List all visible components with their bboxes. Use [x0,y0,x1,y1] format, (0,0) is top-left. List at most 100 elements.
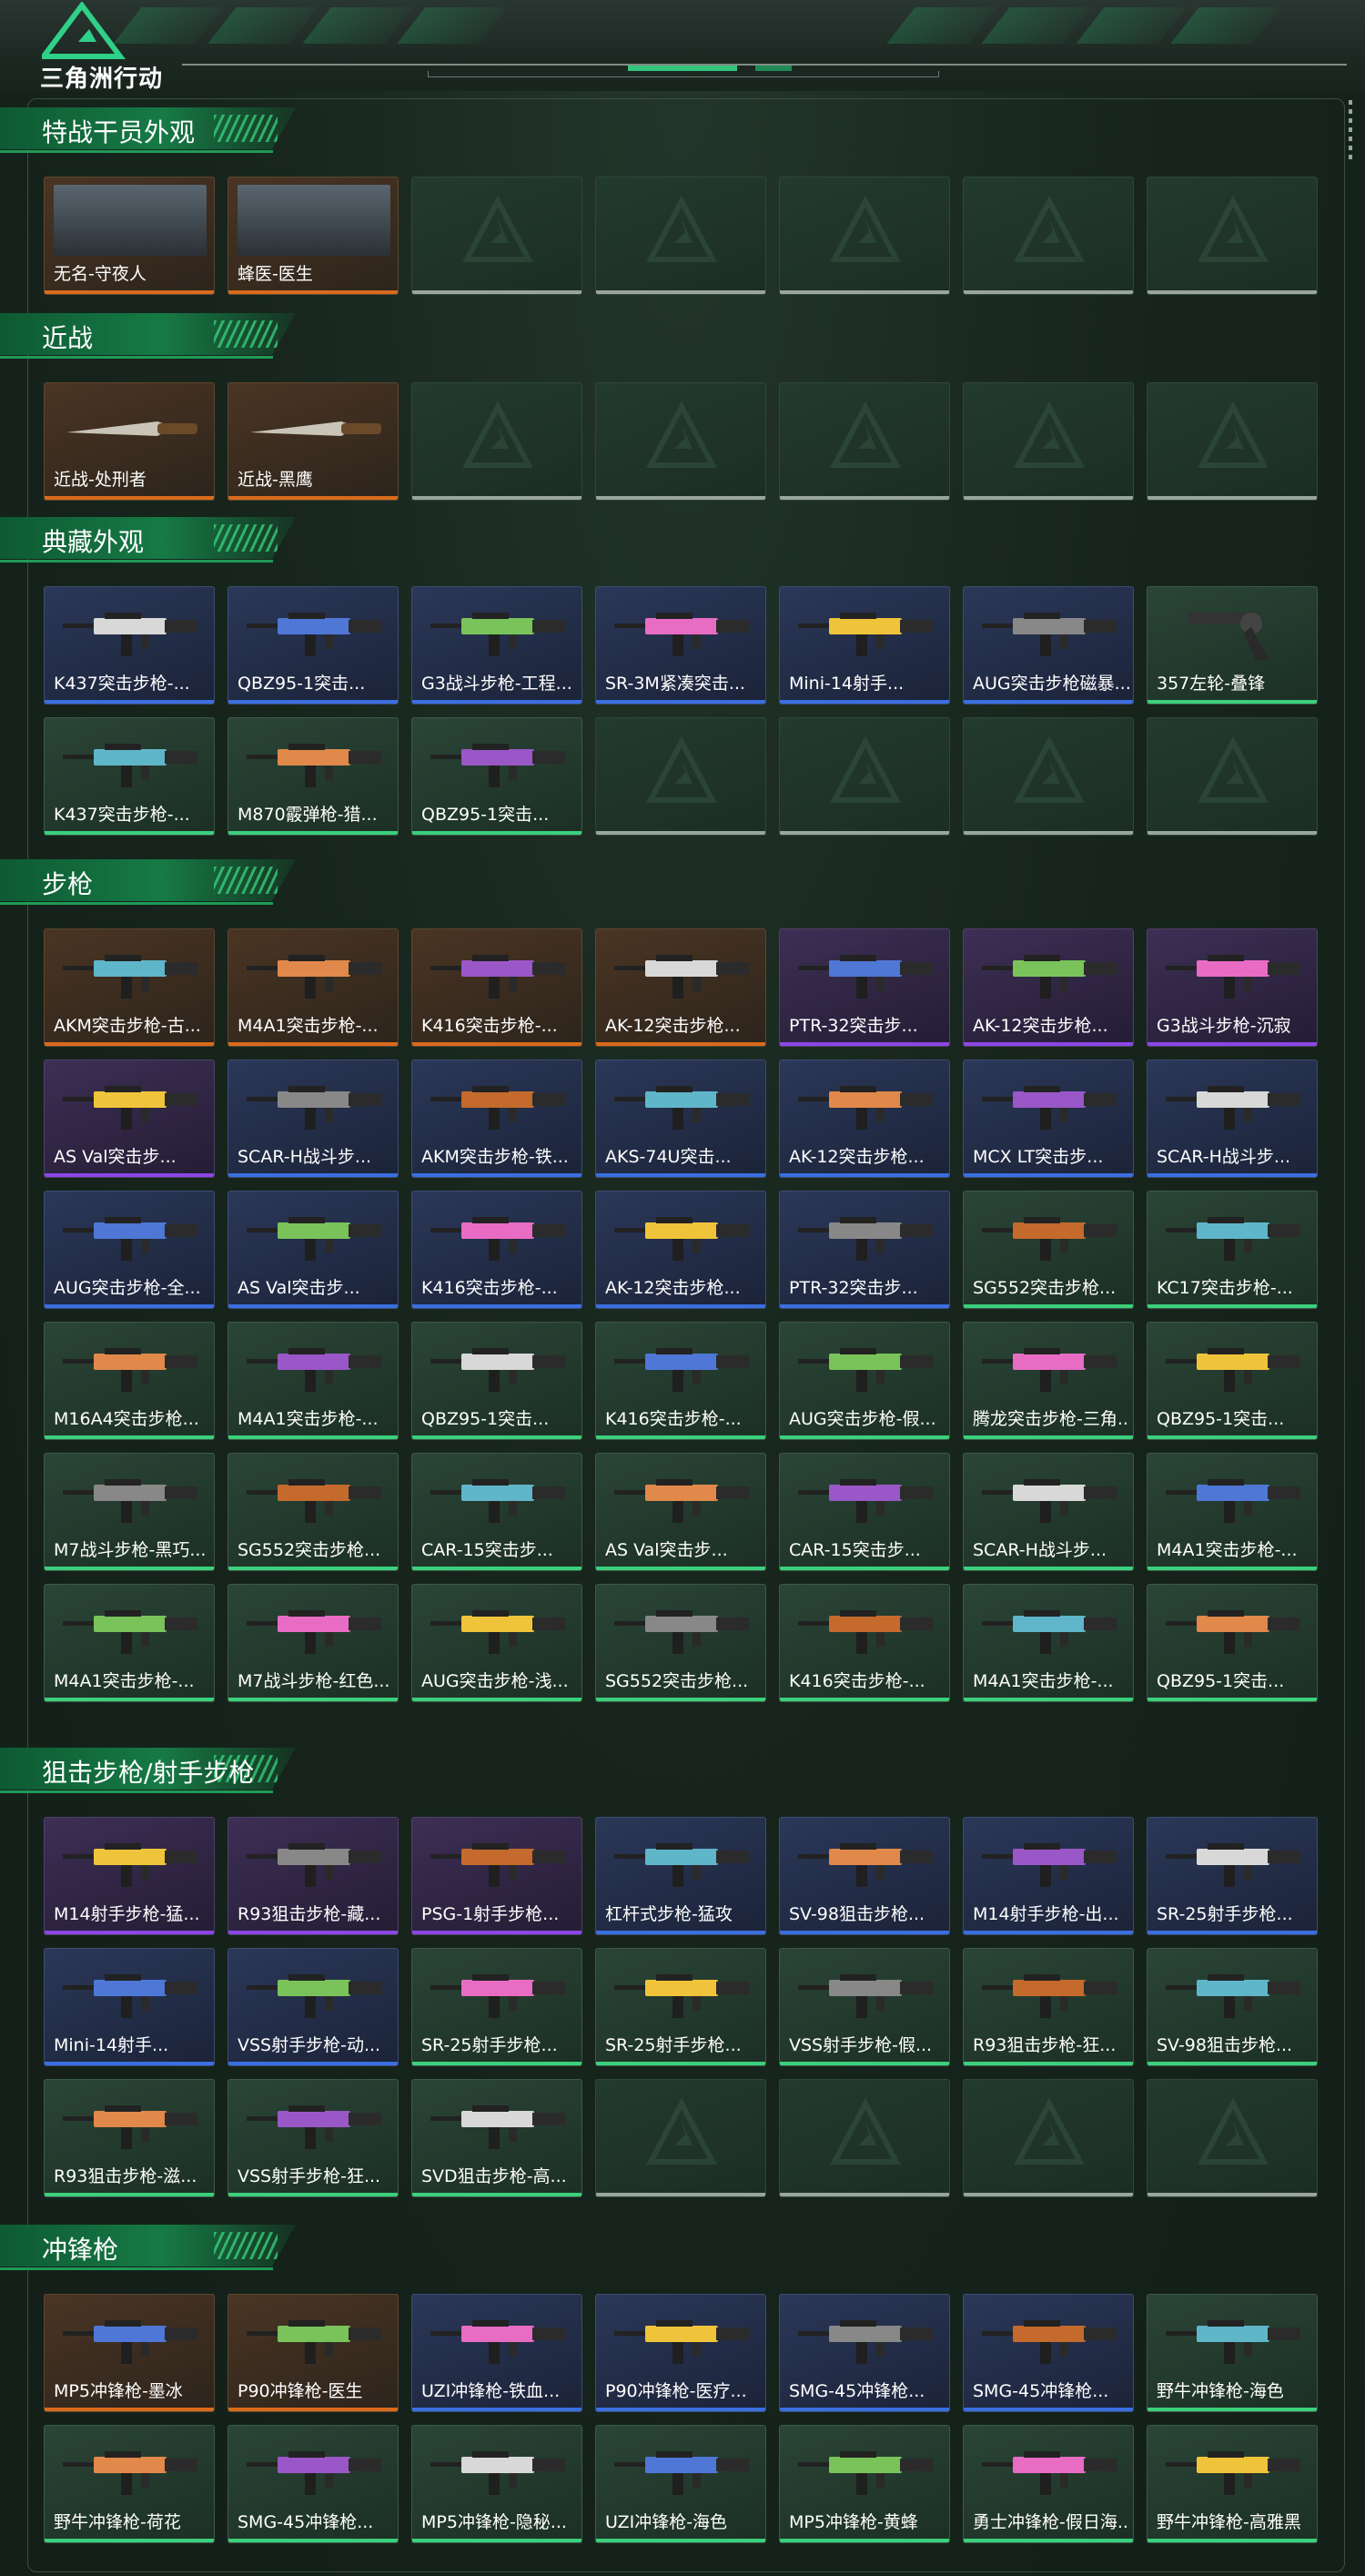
item-card[interactable]: UZI冲锋枪-铁血... [411,2294,582,2412]
item-card[interactable]: CAR-15突击步... [411,1453,582,1571]
item-card[interactable]: SMG-45冲锋枪... [779,2294,950,2412]
item-card[interactable]: AKM突击步枪-古... [44,928,215,1047]
item-card[interactable]: MP5冲锋枪-隐秘... [411,2425,582,2543]
scroll-indicator[interactable] [1349,100,1352,164]
item-card[interactable]: SG552突击步枪... [963,1191,1134,1309]
item-card[interactable]: SG552突击步枪... [595,1584,766,1702]
item-card[interactable]: Mini-14射手... [44,1948,215,2066]
item-card[interactable]: 野牛冲锋枪-高雅黑 [1147,2425,1318,2543]
rarity-bar [780,1567,949,1570]
item-card[interactable]: QBZ95-1突击... [411,717,582,836]
item-card[interactable]: 勇士冲锋枪-假日海... [963,2425,1134,2543]
item-card[interactable]: PTR-32突击步... [779,928,950,1047]
item-card[interactable]: M870霰弹枪-猎... [228,717,399,836]
item-card[interactable]: P90冲锋枪-医生 [228,2294,399,2412]
item-card[interactable]: K416突击步枪-... [411,928,582,1047]
item-card[interactable]: 蜂医-医生 [228,177,399,295]
item-card[interactable]: AS Val突击步... [595,1453,766,1571]
item-card[interactable]: G3战斗步枪-工程... [411,586,582,705]
rifle-icon [430,1610,565,1654]
item-card[interactable]: AUG突击步枪-全... [44,1191,215,1309]
rarity-bar [45,496,214,500]
item-card[interactable]: SG552突击步枪... [228,1453,399,1571]
item-card[interactable]: K416突击步枪-... [411,1191,582,1309]
item-card[interactable]: SCAR-H战斗步... [1147,1060,1318,1178]
rarity-bar [228,831,398,835]
item-card[interactable]: PTR-32突击步... [779,1191,950,1309]
item-card[interactable]: 357左轮-叠锋 [1147,586,1318,705]
item-card[interactable]: 无名-守夜人 [44,177,215,295]
item-card[interactable]: VSS射手步枪-动... [228,1948,399,2066]
item-card[interactable]: SR-3M紧凑突击... [595,586,766,705]
item-card[interactable]: QBZ95-1突击... [228,586,399,705]
item-card[interactable]: KC17突击步枪-... [1147,1191,1318,1309]
rifle-icon [1166,1843,1300,1887]
item-card[interactable]: M14射手步枪-出... [963,1817,1134,1935]
item-card[interactable]: K437突击步枪-... [44,717,215,836]
item-card[interactable]: SCAR-H战斗步... [963,1453,1134,1571]
item-card[interactable]: QBZ95-1突击... [411,1322,582,1440]
item-card[interactable]: QBZ95-1突击... [1147,1322,1318,1440]
item-card[interactable]: AK-12突击步枪... [595,928,766,1047]
rifle-icon [247,1974,381,2018]
item-card[interactable]: SMG-45冲锋枪... [228,2425,399,2543]
item-card[interactable]: AKM突击步枪-铁... [411,1060,582,1178]
item-card[interactable]: VSS射手步枪-假... [779,1948,950,2066]
item-card[interactable]: M4A1突击步枪-... [1147,1453,1318,1571]
item-card[interactable]: SR-25射手步枪... [411,1948,582,2066]
item-card[interactable]: M7战斗步枪-红色... [228,1584,399,1702]
item-card[interactable]: VSS射手步枪-狂... [228,2079,399,2197]
item-card[interactable]: 野牛冲锋枪-荷花 [44,2425,215,2543]
item-card[interactable]: 近战-处刑者 [44,382,215,501]
item-card[interactable]: P90冲锋枪-医疗... [595,2294,766,2412]
item-card[interactable]: M4A1突击步枪-... [963,1584,1134,1702]
item-card[interactable]: MP5冲锋枪-墨冰 [44,2294,215,2412]
item-card[interactable]: PSG-1射手步枪... [411,1817,582,1935]
item-card[interactable]: M14射手步枪-猛... [44,1817,215,1935]
item-card[interactable]: R93狙击步枪-狂... [963,1948,1134,2066]
item-card[interactable]: AUG突击步枪-浅... [411,1584,582,1702]
item-card[interactable]: MP5冲锋枪-黄蜂 [779,2425,950,2543]
delta-emblem-icon [646,736,717,803]
item-card[interactable]: AK-12突击步枪... [779,1060,950,1178]
item-card[interactable]: CAR-15突击步... [779,1453,950,1571]
item-card[interactable]: AUG突击步枪磁暴... [963,586,1134,705]
rifle-icon [247,2320,381,2364]
item-card[interactable]: UZI冲锋枪-海色 [595,2425,766,2543]
item-card[interactable]: AK-12突击步枪... [595,1191,766,1309]
item-card[interactable]: M7战斗步枪-黑巧... [44,1453,215,1571]
item-card[interactable]: AKS-74U突击... [595,1060,766,1178]
item-card[interactable]: 腾龙突击步枪-三角... [963,1322,1134,1440]
item-card[interactable]: SVD狙击步枪-高... [411,2079,582,2197]
item-card[interactable]: SV-98狙击步枪... [1147,1948,1318,2066]
item-card[interactable]: M4A1突击步枪-... [228,928,399,1047]
item-card[interactable]: QBZ95-1突击... [1147,1584,1318,1702]
item-card[interactable]: K437突击步枪-... [44,586,215,705]
item-card[interactable]: AK-12突击步枪... [963,928,1134,1047]
item-card[interactable]: 杠杆式步枪-猛攻 [595,1817,766,1935]
item-card[interactable]: SMG-45冲锋枪... [963,2294,1134,2412]
item-card[interactable]: R93狙击步枪-藏... [228,1817,399,1935]
rifle-icon [430,744,565,787]
item-card[interactable]: MCX LT突击步... [963,1060,1134,1178]
item-card[interactable]: R93狙击步枪-滋... [44,2079,215,2197]
item-card[interactable]: M4A1突击步枪-... [44,1584,215,1702]
item-card[interactable]: G3战斗步枪-沉寂 [1147,928,1318,1047]
item-card[interactable]: SCAR-H战斗步... [228,1060,399,1178]
item-card[interactable]: Mini-14射手... [779,586,950,705]
item-card[interactable]: M4A1突击步枪-... [228,1322,399,1440]
item-card[interactable]: SR-25射手步枪... [595,1948,766,2066]
item-card[interactable]: 野牛冲锋枪-海色 [1147,2294,1318,2412]
item-card[interactable]: M16A4突击步枪... [44,1322,215,1440]
item-card[interactable]: K416突击步枪-... [595,1322,766,1440]
empty-slot [963,717,1134,836]
rarity-bar [412,700,581,704]
item-card[interactable]: AUG突击步枪-假... [779,1322,950,1440]
item-card[interactable]: AS Val突击步... [44,1060,215,1178]
item-card[interactable]: SR-25射手步枪... [1147,1817,1318,1935]
item-card[interactable]: K416突击步枪-... [779,1584,950,1702]
item-card[interactable]: 近战-黑鹰 [228,382,399,501]
item-name: SVD狙击步枪-高... [421,2166,567,2186]
item-card[interactable]: SV-98狙击步枪... [779,1817,950,1935]
item-card[interactable]: AS Val突击步... [228,1191,399,1309]
